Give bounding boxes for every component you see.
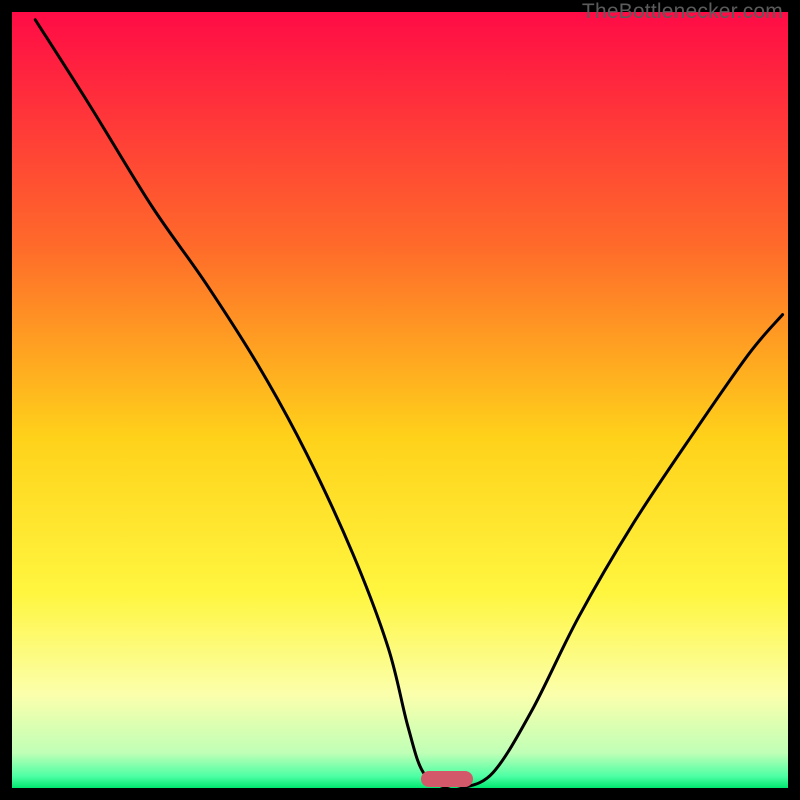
chart-frame: TheBottlenecker.com [0,0,800,800]
gradient-background [12,12,788,788]
optimal-marker [421,771,473,787]
watermark-text: TheBottlenecker.com [582,0,783,24]
bottleneck-gradient-plot [12,12,788,788]
